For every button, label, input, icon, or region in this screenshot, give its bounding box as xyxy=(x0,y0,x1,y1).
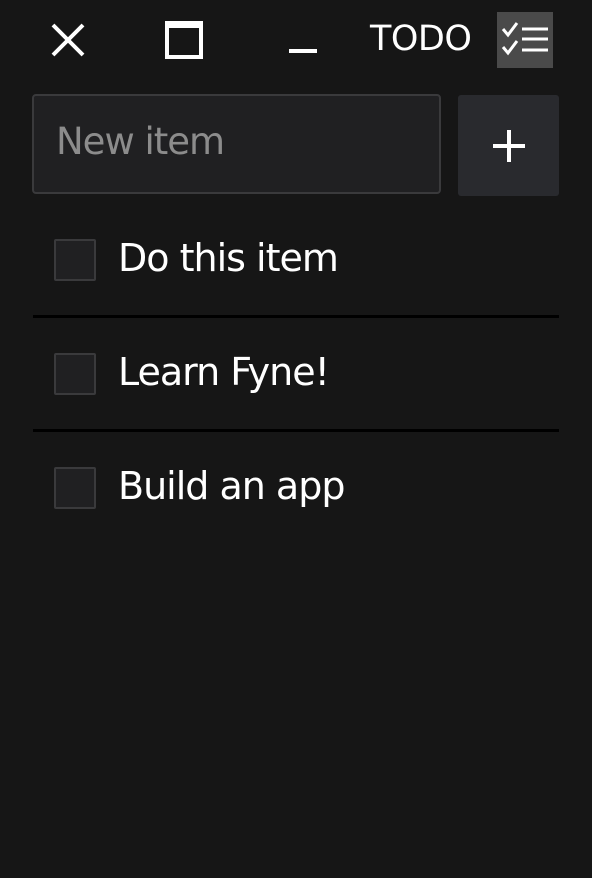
todo-item: Do this item xyxy=(33,204,559,315)
title-bar: TODO xyxy=(0,0,592,80)
todo-label: Do this item xyxy=(118,236,339,280)
todo-item: Build an app xyxy=(33,432,559,543)
minimize-button[interactable] xyxy=(277,14,329,66)
new-item-input[interactable] xyxy=(34,96,439,192)
checklist-icon xyxy=(501,22,548,56)
minimize-icon xyxy=(289,49,317,53)
maximize-icon xyxy=(165,21,203,59)
todo-checkbox[interactable] xyxy=(54,353,96,395)
window-title: TODO xyxy=(370,19,472,59)
close-icon xyxy=(51,23,85,57)
todo-label: Build an app xyxy=(118,464,345,508)
todo-list: Do this item Learn Fyne! Build an app xyxy=(33,204,559,543)
plus-icon xyxy=(492,129,525,162)
close-button[interactable] xyxy=(42,14,94,66)
todo-app-window: TODO Do this item Learn Fyne! xyxy=(0,0,592,878)
add-item-button[interactable] xyxy=(458,95,559,196)
todo-label: Learn Fyne! xyxy=(118,350,330,394)
todo-checkbox[interactable] xyxy=(54,467,96,509)
new-item-field xyxy=(32,94,441,194)
app-icon xyxy=(497,12,553,68)
maximize-button[interactable] xyxy=(158,14,210,66)
todo-checkbox[interactable] xyxy=(54,239,96,281)
todo-item: Learn Fyne! xyxy=(33,318,559,429)
